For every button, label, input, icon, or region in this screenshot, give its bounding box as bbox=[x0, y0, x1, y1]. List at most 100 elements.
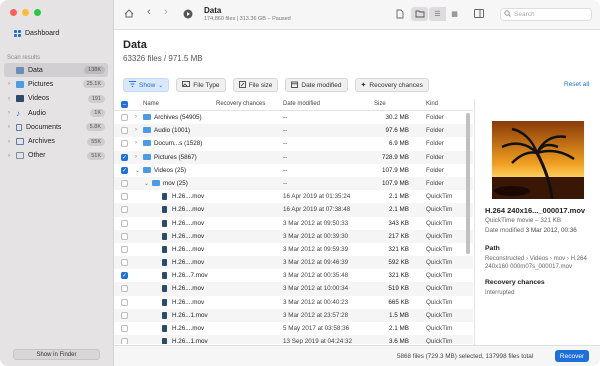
row-checkbox[interactable]: ✓ bbox=[121, 166, 128, 174]
table-row[interactable]: › Archives (54905) -- 30.2 MB Folder bbox=[114, 111, 473, 124]
forward-icon[interactable]: › bbox=[164, 7, 168, 18]
row-checkbox[interactable] bbox=[121, 325, 128, 332]
folder-icon bbox=[143, 166, 151, 173]
minimize-window-button[interactable] bbox=[22, 9, 29, 16]
home-icon[interactable] bbox=[124, 9, 134, 20]
table-row[interactable]: H.26....mov 16 Apr 2019 at 01:35:24 2.1 MB… bbox=[114, 190, 473, 203]
chevron-right-icon[interactable]: › bbox=[8, 81, 14, 87]
row-checkbox[interactable] bbox=[121, 206, 128, 214]
table-row[interactable]: H.26....mov 3 Mar 2012 at 09:50:33 343 KB Q… bbox=[114, 217, 473, 230]
chevron-right-icon[interactable]: › bbox=[8, 124, 14, 130]
chevron-right-icon[interactable]: › bbox=[8, 96, 14, 102]
sidebar-item-documents[interactable]: › Documents 5.8K bbox=[4, 120, 108, 134]
row-checkbox[interactable] bbox=[121, 338, 128, 344]
table-row[interactable]: H.26....mov 3 Mar 2012 at 00:40:23 665 KB Q… bbox=[114, 296, 473, 309]
sidebar-item-archives[interactable]: › Archives 55K bbox=[4, 134, 108, 148]
preview-pane-icon[interactable] bbox=[474, 9, 484, 20]
chevron-right-icon[interactable]: › bbox=[8, 110, 14, 116]
column-size[interactable]: Size bbox=[374, 101, 386, 107]
movie-file-icon bbox=[162, 311, 167, 319]
row-checkbox[interactable]: ✓ bbox=[121, 153, 128, 161]
row-checkbox[interactable] bbox=[121, 127, 128, 135]
file-name: H.26....mov bbox=[172, 245, 205, 253]
sidebar-item-label: Audio bbox=[28, 109, 46, 117]
table-row[interactable]: › Docum...s (1528) -- 6.9 MB Folder bbox=[114, 137, 473, 150]
row-checkbox[interactable] bbox=[121, 232, 128, 240]
recovery-chances-filter-button[interactable]: ✦ Recovery chances bbox=[354, 78, 429, 92]
table-row[interactable]: H.26....mov 3 Mar 2012 at 10:00:34 519 KB Q… bbox=[114, 282, 473, 296]
date-modified-cell: 5 May 2017 at 03:58:36 bbox=[283, 325, 350, 332]
row-checkbox[interactable] bbox=[121, 259, 128, 267]
date-modified-filter-button[interactable]: Date modified bbox=[285, 78, 348, 92]
reset-all-link[interactable]: Reset all bbox=[564, 81, 589, 88]
table-row[interactable]: H.26....mov 16 Apr 2019 at 07:38:48 2.1 MB… bbox=[114, 203, 473, 217]
sidebar-item-data[interactable]: Data 138K bbox=[4, 63, 108, 78]
chevron-right-icon[interactable]: › bbox=[135, 154, 137, 160]
size-cell: 1.5 MB bbox=[389, 311, 409, 319]
chevron-down-icon[interactable]: ⌄ bbox=[144, 180, 149, 187]
row-checkbox[interactable]: ✓ bbox=[121, 272, 128, 280]
table-row[interactable]: H.26....mov 5 May 2017 at 03:58:36 2.1 MB Q… bbox=[114, 322, 473, 335]
table-row[interactable]: H.26....mov 3 Mar 2012 at 09:46:39 592 KB Q… bbox=[114, 256, 473, 270]
size-cell: 592 KB bbox=[388, 259, 409, 267]
row-checkbox[interactable] bbox=[121, 219, 128, 227]
sidebar-item-dashboard[interactable]: Dashboard bbox=[14, 30, 59, 37]
search-input[interactable]: Search bbox=[500, 8, 592, 21]
row-checkbox[interactable] bbox=[121, 298, 128, 306]
window-controls bbox=[10, 9, 41, 16]
dashboard-icon bbox=[14, 30, 21, 37]
row-checkbox[interactable] bbox=[121, 193, 128, 201]
folder-view-icon[interactable] bbox=[411, 7, 428, 21]
table-row[interactable]: ✓ › Pictures (5867) -- 728.9 MB Folder bbox=[114, 150, 473, 164]
row-checkbox[interactable] bbox=[121, 140, 128, 148]
file-size-filter-button[interactable]: File size bbox=[232, 78, 279, 92]
table-row[interactable]: H.26....mov 3 Mar 2012 at 00:39:30 217 KB Q… bbox=[114, 229, 473, 243]
table-row[interactable]: ✓ ⌄ Videos (25) -- 107.9 MB Folder bbox=[114, 164, 473, 177]
row-checkbox[interactable] bbox=[121, 311, 128, 319]
row-checkbox[interactable] bbox=[121, 114, 128, 121]
chevron-right-icon[interactable]: › bbox=[135, 114, 137, 120]
file-type-filter-button[interactable]: File Type bbox=[176, 78, 226, 92]
chevron-down-icon[interactable]: ⌄ bbox=[135, 167, 140, 174]
table-row[interactable]: H.26...1.mov 13 Sep 2019 at 04:24:32 3.6 M… bbox=[114, 335, 473, 344]
resume-scan-icon[interactable] bbox=[183, 9, 193, 21]
row-checkbox[interactable] bbox=[121, 285, 128, 293]
column-name[interactable]: Name bbox=[143, 101, 159, 107]
grid-view-icon[interactable]: ▦ bbox=[446, 7, 463, 21]
sidebar-item-label: Archives bbox=[28, 138, 55, 146]
row-checkbox[interactable] bbox=[121, 245, 128, 253]
table-row[interactable]: ⌄ mov (25) -- 107.9 MB Folder bbox=[114, 176, 473, 191]
table-scrollbar[interactable] bbox=[466, 113, 470, 254]
calendar-icon bbox=[291, 81, 299, 90]
folder-icon bbox=[143, 140, 151, 147]
size-cell: 2.1 MB bbox=[389, 193, 409, 201]
chevron-right-icon[interactable]: › bbox=[135, 127, 137, 133]
show-filter-button[interactable]: Show ⌄ bbox=[123, 78, 170, 92]
recover-button[interactable]: Recover bbox=[555, 350, 589, 362]
column-date-modified[interactable]: Date modified bbox=[283, 101, 320, 107]
sidebar-item-pictures[interactable]: › Pictures 25.1K bbox=[4, 77, 108, 91]
select-all-checkbox[interactable]: – bbox=[121, 101, 128, 108]
table-row[interactable]: H.26....mov 3 Mar 2012 at 09:59:39 321 KB Q… bbox=[114, 243, 473, 256]
column-kind[interactable]: Kind bbox=[426, 101, 438, 107]
row-checkbox[interactable] bbox=[121, 179, 128, 187]
document-icon[interactable] bbox=[396, 9, 404, 21]
chevron-right-icon[interactable]: › bbox=[8, 139, 14, 145]
sidebar-item-audio[interactable]: › ♪ Audio 1K bbox=[4, 106, 108, 120]
table-row[interactable]: H.26...1.mov 3 Mar 2012 at 23:57:28 1.5 MB… bbox=[114, 308, 473, 322]
table-row[interactable]: › Audio (1001) -- 97.6 MB Folder bbox=[114, 124, 473, 138]
preview-date-value: 3 Mar 2012, 00:36 bbox=[525, 227, 577, 234]
back-icon[interactable]: ‹ bbox=[147, 7, 151, 18]
sidebar-item-videos[interactable]: › Videos 191 bbox=[4, 92, 108, 106]
chevron-right-icon[interactable]: › bbox=[8, 153, 14, 159]
date-modified-cell: 13 Sep 2019 at 04:24:32 bbox=[283, 338, 352, 344]
chevron-right-icon[interactable]: › bbox=[135, 140, 137, 146]
sidebar-item-other[interactable]: › Other 51K bbox=[4, 149, 108, 163]
column-recovery-chances[interactable]: Recovery chances bbox=[216, 101, 265, 107]
show-in-finder-button[interactable]: Show in Finder bbox=[13, 349, 100, 360]
table-row[interactable]: ✓ H.26...7.mov 3 Mar 2012 at 00:35:48 321 K… bbox=[114, 269, 473, 282]
dashboard-label: Dashboard bbox=[25, 30, 60, 37]
close-window-button[interactable] bbox=[10, 9, 17, 16]
list-view-icon[interactable]: ☰ bbox=[429, 7, 446, 21]
zoom-window-button[interactable] bbox=[34, 9, 41, 16]
